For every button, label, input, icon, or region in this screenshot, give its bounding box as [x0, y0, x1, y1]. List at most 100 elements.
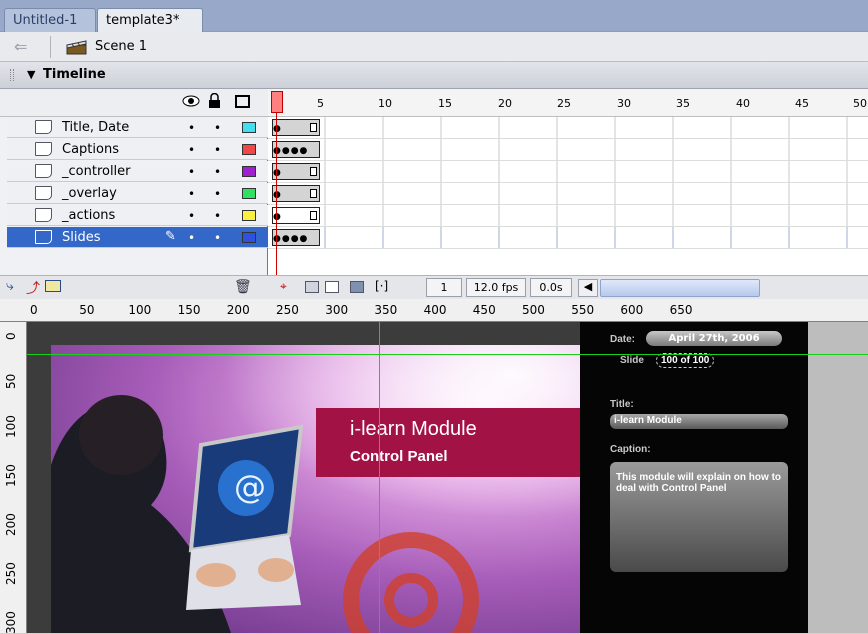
frames-grid[interactable]: 15101520253035404550 ●●●●●●●●●●●●	[268, 89, 868, 275]
layer-row[interactable]: _controller • •	[7, 161, 268, 182]
ruler-label: 100	[128, 303, 152, 317]
add-motion-guide-icon[interactable]: ⤴	[26, 278, 40, 298]
layer-row[interactable]: Captions • •	[7, 139, 268, 160]
onion-skin-icon[interactable]	[305, 281, 319, 293]
visibility-dot[interactable]: •	[188, 209, 195, 223]
frame-rate-field[interactable]: 12.0 fps	[466, 278, 526, 297]
vertical-guide[interactable]	[379, 322, 380, 633]
scene-label[interactable]: Scene 1	[95, 39, 147, 54]
frame-row[interactable]: ●●●●	[268, 227, 868, 249]
frame-number: 30	[617, 97, 631, 110]
layer-icon	[35, 164, 52, 178]
banner-subtitle: Control Panel	[350, 448, 448, 465]
lock-dot[interactable]: •	[214, 165, 221, 179]
layer-icon	[35, 208, 52, 222]
frame-number: 15	[438, 97, 452, 110]
visibility-dot[interactable]: •	[188, 143, 195, 157]
tab-template3[interactable]: template3*	[97, 8, 203, 32]
eye-icon[interactable]	[182, 95, 200, 111]
trash-icon[interactable]: 🗑	[234, 279, 252, 295]
frame-row[interactable]: ●●●●	[268, 139, 868, 161]
frame-number: 35	[676, 97, 690, 110]
layer-row[interactable]: Slides ✎ • •	[7, 227, 268, 248]
lock-dot[interactable]: •	[214, 187, 221, 201]
keyframe-span[interactable]: ●	[272, 119, 320, 136]
title-value: i-learn Module	[610, 414, 788, 429]
insert-layer-icon[interactable]: ⤷	[6, 278, 14, 294]
layer-row[interactable]: _actions • •	[7, 205, 268, 226]
visibility-dot[interactable]: •	[188, 121, 195, 135]
scroll-left-icon[interactable]: ◀	[578, 279, 598, 297]
visibility-dot[interactable]: •	[188, 187, 195, 201]
tab-untitled-1[interactable]: Untitled-1	[4, 8, 96, 32]
elapsed-time-field: 0.0s	[530, 278, 572, 297]
pencil-icon: ✎	[165, 229, 176, 244]
layer-name[interactable]: Title, Date	[62, 120, 129, 135]
outline-color-swatch[interactable]	[242, 188, 256, 199]
layer-name[interactable]: _overlay	[62, 186, 117, 201]
horizontal-ruler: 0 50 100 150 200 250 300 350 400 450 500 550 600 650	[0, 299, 868, 322]
outline-color-swatch[interactable]	[242, 144, 256, 155]
visibility-dot[interactable]: •	[188, 165, 195, 179]
frame-number: 10	[378, 97, 392, 110]
ruler-label: 600	[620, 303, 644, 317]
keyframe-span[interactable]: ●	[272, 207, 320, 224]
modify-markers-icon[interactable]: [·]	[375, 279, 388, 293]
lock-dot[interactable]: •	[214, 143, 221, 157]
horizontal-guide[interactable]	[27, 354, 868, 355]
timeline-header[interactable]: ▼ Timeline	[0, 62, 868, 89]
ruler-label: 50	[79, 303, 95, 317]
current-frame-field: 1	[426, 278, 462, 297]
playhead[interactable]	[271, 91, 283, 113]
outline-color-swatch[interactable]	[242, 122, 256, 133]
lock-dot[interactable]: •	[214, 121, 221, 135]
outline-color-swatch[interactable]	[242, 166, 256, 177]
ruler-label: 300	[325, 303, 349, 317]
lock-dot[interactable]: •	[214, 231, 221, 245]
insert-folder-icon[interactable]	[45, 280, 61, 292]
stage[interactable]: @ i-learn Module Control Panel Date: Apr…	[27, 322, 868, 633]
visibility-dot[interactable]: •	[188, 231, 195, 245]
keyframe-span[interactable]: ●	[272, 163, 320, 180]
layer-row[interactable]: Title, Date • •	[7, 117, 268, 138]
keyframe-span[interactable]: ●●●●	[272, 141, 320, 158]
center-frame-icon[interactable]: ⌖	[280, 279, 287, 294]
collapse-triangle-icon[interactable]: ▼	[27, 68, 35, 81]
layer-name[interactable]: Captions	[62, 142, 119, 157]
frame-row[interactable]: ●	[268, 117, 868, 139]
gripper-icon[interactable]	[10, 69, 14, 81]
layer-row[interactable]: _overlay • •	[7, 183, 268, 204]
lock-icon[interactable]	[208, 92, 221, 113]
keyframe-span[interactable]: ●	[272, 185, 320, 202]
ruler-label: 0	[4, 332, 18, 340]
frame-number: 50	[853, 97, 867, 110]
outline-icon[interactable]	[235, 95, 250, 108]
layer-name[interactable]: _controller	[62, 164, 131, 179]
back-arrow-icon[interactable]: ⇐	[14, 37, 27, 56]
edit-bar: ⇐ Scene 1	[0, 32, 868, 62]
edit-multiple-frames-icon[interactable]	[350, 281, 364, 293]
layer-name[interactable]: Slides	[62, 230, 101, 245]
slide-counter[interactable]: 100 of 100	[656, 353, 715, 368]
frame-row[interactable]: ●	[268, 183, 868, 205]
layer-panel: Title, Date • • Captions • • _controller • • _ove…	[0, 89, 268, 275]
frame-row[interactable]: ●	[268, 205, 868, 227]
caption-text: This module will explain on how to deal …	[616, 472, 782, 494]
timeline-scrollbar-thumb[interactable]	[600, 279, 760, 297]
caption-box: This module will explain on how to deal …	[610, 462, 788, 572]
lock-dot[interactable]: •	[214, 209, 221, 223]
clapperboard-icon	[66, 39, 88, 55]
slide-photo: @	[51, 345, 627, 633]
layer-name[interactable]: _actions	[62, 208, 115, 223]
outline-color-swatch[interactable]	[242, 210, 256, 221]
onion-outlines-icon[interactable]	[325, 281, 339, 293]
frame-number: 40	[736, 97, 750, 110]
layer-icon	[35, 230, 52, 244]
frame-row[interactable]: ●	[268, 161, 868, 183]
frame-ruler[interactable]: 15101520253035404550	[268, 89, 868, 117]
keyframe-span[interactable]: ●●●●	[272, 229, 320, 246]
document-tab-bar: Untitled-1 template3*	[0, 0, 868, 32]
divider	[50, 36, 51, 58]
outline-color-swatch[interactable]	[242, 232, 256, 243]
banner-title: i-learn Module	[350, 418, 477, 440]
